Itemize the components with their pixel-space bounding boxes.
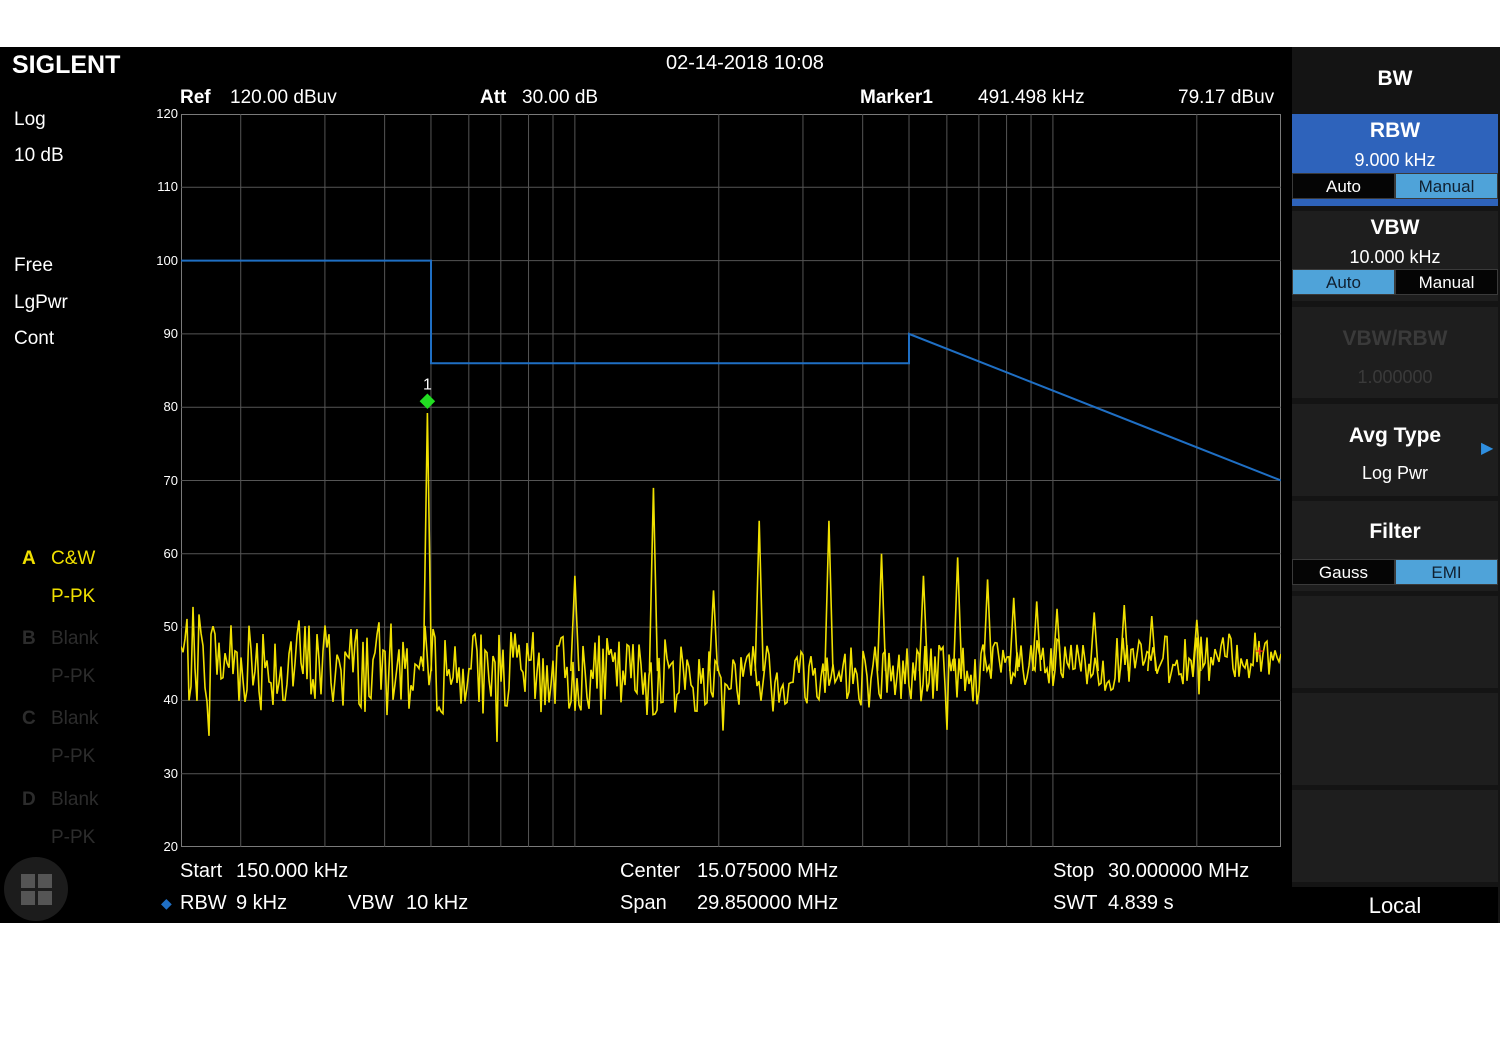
vbw-rbw-softkey[interactable]: VBW/RBW 1.000000 bbox=[1292, 307, 1498, 398]
rbw-softkey-label: RBW bbox=[1369, 119, 1421, 142]
trace-b-state[interactable]: Blank bbox=[51, 628, 99, 650]
menu-grid-icon[interactable] bbox=[4, 857, 68, 921]
sweep-mode: Cont bbox=[14, 328, 55, 349]
trace-d-state[interactable]: Blank bbox=[51, 789, 99, 811]
att-value[interactable]: 30.00 dB bbox=[522, 87, 598, 109]
trace-b-letter[interactable]: B bbox=[22, 628, 36, 650]
rbw-indicator-icon: ◆ bbox=[161, 895, 172, 911]
vbw-softkey-value: 10.000 kHz bbox=[1349, 247, 1441, 267]
analyzer-screen: SIGLENT 02-14-2018 10:08 Ref 120.00 dBuv… bbox=[0, 47, 1500, 923]
empty-softkey-1[interactable] bbox=[1292, 596, 1498, 688]
scale-type: Log bbox=[14, 109, 46, 130]
brand-logo: SIGLENT bbox=[12, 51, 121, 79]
start-value[interactable]: 150.000 kHz bbox=[236, 860, 348, 883]
y-tick-label: 30 bbox=[163, 765, 178, 781]
span-value[interactable]: 29.850000 MHz bbox=[697, 892, 838, 915]
swt-label: SWT bbox=[1053, 892, 1098, 914]
avg-type-value: Log Pwr bbox=[1361, 463, 1429, 483]
menu-title-panel: BW bbox=[1292, 47, 1498, 109]
trigger-mode: Free bbox=[14, 255, 54, 276]
swt-value: 4.839 s bbox=[1108, 892, 1174, 914]
center-label: Center bbox=[620, 860, 681, 882]
trace-c-state[interactable]: Blank bbox=[51, 708, 99, 730]
trace-a-state[interactable]: C&W bbox=[51, 548, 95, 570]
y-tick-label: 70 bbox=[163, 472, 178, 488]
trace-c-detector[interactable]: P-PK bbox=[51, 746, 95, 768]
trace-c-letter[interactable]: C bbox=[22, 708, 36, 730]
datetime: 02-14-2018 10:08 bbox=[666, 52, 824, 74]
rbw-softkey-value: 9.000 kHz bbox=[1354, 150, 1436, 170]
trace-a-letter[interactable]: A bbox=[22, 548, 36, 570]
trace-d-letter[interactable]: D bbox=[22, 789, 36, 811]
y-tick-label: 80 bbox=[163, 399, 178, 415]
avg-type-label: Avg Type bbox=[1348, 424, 1442, 447]
rbw-label: RBW bbox=[180, 892, 227, 914]
filter-label: Filter bbox=[1369, 520, 1421, 543]
vbw-label: VBW bbox=[348, 892, 394, 914]
marker-freq: 491.498 kHz bbox=[978, 87, 1085, 108]
rbw-manual-option[interactable]: Manual bbox=[1395, 173, 1498, 199]
y-tick-label: 90 bbox=[163, 325, 178, 341]
trace-b-detector[interactable]: P-PK bbox=[51, 666, 95, 688]
y-tick-label: 20 bbox=[163, 839, 178, 854]
stop-value[interactable]: 30.000000 MHz bbox=[1108, 860, 1249, 883]
submenu-arrow-icon: ▶ bbox=[1481, 440, 1494, 457]
trace-a-detector[interactable]: P-PK bbox=[51, 586, 95, 608]
rbw-auto-option[interactable]: Auto bbox=[1292, 173, 1395, 199]
local-status: Local bbox=[1292, 887, 1498, 923]
center-value[interactable]: 15.075000 MHz bbox=[697, 860, 838, 883]
ref-value[interactable]: 120.00 dBuv bbox=[230, 87, 337, 109]
y-tick-label: 40 bbox=[163, 692, 178, 708]
marker-1-label: 1 bbox=[423, 376, 432, 393]
vbw-mode-toggle[interactable]: Auto Manual bbox=[1292, 269, 1498, 295]
att-label: Att bbox=[480, 87, 507, 108]
y-tick-label: 60 bbox=[163, 545, 178, 561]
vbw-footer-value: 10 kHz bbox=[406, 892, 469, 914]
rbw-footer-value: 9 kHz bbox=[236, 892, 288, 914]
y-tick-label: 120 bbox=[156, 106, 178, 121]
spectrum-plot[interactable]: 1 + bbox=[181, 114, 1281, 847]
marker-level: 79.17 dBuv bbox=[1178, 87, 1275, 108]
vbw-rbw-value: 1.000000 bbox=[1357, 367, 1433, 387]
softkey-sidebar: ●●● BW RBW 9.000 kHz Auto Manual VBW 10.… bbox=[1292, 47, 1500, 923]
y-tick-label: 50 bbox=[163, 619, 178, 635]
local-label: Local bbox=[1368, 893, 1422, 918]
avg-detector: LgPwr bbox=[14, 292, 68, 313]
filter-type-toggle[interactable]: Gauss EMI bbox=[1292, 559, 1498, 585]
trace-d-detector[interactable]: P-PK bbox=[51, 827, 95, 849]
empty-softkey-3[interactable] bbox=[1292, 790, 1498, 882]
y-tick-label: 100 bbox=[156, 252, 178, 268]
reference-icon: + bbox=[1255, 643, 1264, 660]
ref-label: Ref bbox=[180, 87, 211, 108]
y-tick-label: 110 bbox=[157, 179, 178, 195]
filter-gauss-option[interactable]: Gauss bbox=[1292, 559, 1395, 585]
vbw-softkey-label: VBW bbox=[1370, 216, 1420, 239]
span-label: Span bbox=[620, 892, 667, 914]
marker-label: Marker1 bbox=[860, 87, 933, 108]
rbw-mode-toggle[interactable]: Auto Manual bbox=[1292, 173, 1498, 199]
vbw-manual-option[interactable]: Manual bbox=[1395, 269, 1498, 295]
vbw-rbw-label: VBW/RBW bbox=[1342, 327, 1448, 350]
start-label: Start bbox=[180, 860, 223, 882]
avg-type-softkey[interactable]: Avg Type Log Pwr ▶ bbox=[1292, 404, 1498, 496]
empty-softkey-2[interactable] bbox=[1292, 693, 1498, 785]
scale-div: 10 dB bbox=[14, 145, 64, 166]
menu-title: BW bbox=[1377, 67, 1413, 90]
filter-emi-option[interactable]: EMI bbox=[1395, 559, 1498, 585]
stop-label: Stop bbox=[1053, 860, 1095, 882]
vbw-auto-option[interactable]: Auto bbox=[1292, 269, 1395, 295]
